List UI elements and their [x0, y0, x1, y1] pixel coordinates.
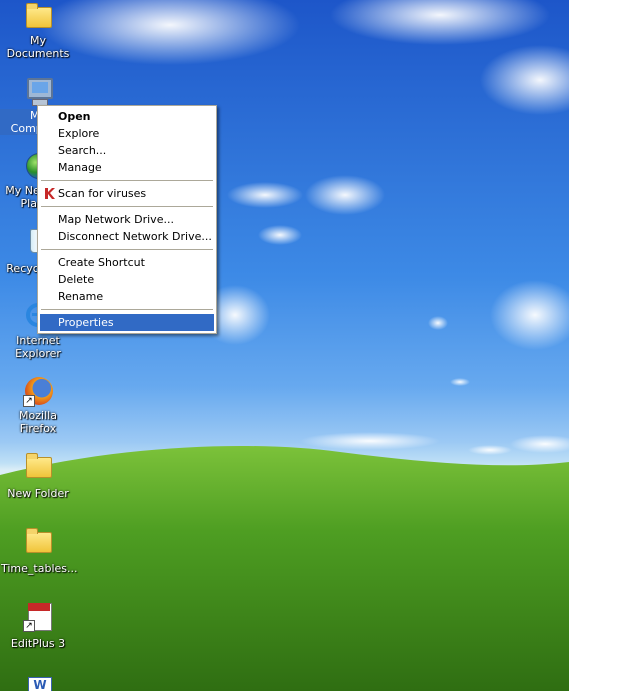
desktop-icon-new-folder[interactable]: New Folder: [0, 450, 76, 501]
desktop-icon-label: Time_tables...: [1, 562, 78, 575]
desktop-icon-label: My Documents: [6, 34, 70, 60]
menu-separator: [41, 309, 213, 310]
desktop-icon-word-document[interactable]: W: [0, 674, 76, 691]
shortcut-arrow-icon: ↗: [23, 620, 35, 632]
desktop-icon-label: Mozilla Firefox: [19, 409, 57, 435]
menu-item-properties[interactable]: Properties: [40, 314, 214, 331]
desktop-icon-mozilla-firefox[interactable]: ↗ Mozilla Firefox: [0, 375, 76, 436]
menu-item-label: Scan for viruses: [58, 187, 147, 200]
desktop-icon-label: New Folder: [7, 487, 69, 500]
my-computer-icon: [22, 75, 54, 107]
kaspersky-icon: [45, 188, 55, 199]
firefox-icon: ↗: [22, 375, 54, 407]
editplus-icon: ↗: [22, 600, 54, 632]
menu-item-disconnect-network-drive[interactable]: Disconnect Network Drive...: [40, 228, 214, 245]
folder-icon: [22, 525, 54, 557]
menu-separator: [41, 180, 213, 181]
menu-separator: [41, 249, 213, 250]
menu-item-scan-for-viruses[interactable]: Scan for viruses: [40, 185, 214, 202]
menu-item-search[interactable]: Search...: [40, 142, 214, 159]
desktop-icon-label: Internet Explorer: [15, 334, 61, 360]
menu-item-manage[interactable]: Manage: [40, 159, 214, 176]
menu-item-rename[interactable]: Rename: [40, 288, 214, 305]
menu-item-map-network-drive[interactable]: Map Network Drive...: [40, 211, 214, 228]
folder-icon: [22, 450, 54, 482]
word-document-icon: W: [22, 674, 54, 691]
bliss-wallpaper: [0, 0, 569, 691]
shortcut-arrow-icon: ↗: [23, 395, 35, 407]
menu-item-explore[interactable]: Explore: [40, 125, 214, 142]
desktop[interactable]: My Documents My Computer My Network Plac…: [0, 0, 569, 691]
menu-item-create-shortcut[interactable]: Create Shortcut: [40, 254, 214, 271]
desktop-icon-my-documents[interactable]: My Documents: [0, 0, 76, 61]
desktop-icon-time-tables[interactable]: Time_tables...: [0, 525, 78, 576]
desktop-icon-label: EditPlus 3: [10, 637, 66, 650]
menu-separator: [41, 206, 213, 207]
folder-documents-icon: [22, 0, 54, 32]
menu-item-open[interactable]: Open: [40, 108, 214, 125]
menu-item-delete[interactable]: Delete: [40, 271, 214, 288]
context-menu: Open Explore Search... Manage Scan for v…: [37, 105, 217, 334]
desktop-icon-editplus[interactable]: ↗ EditPlus 3: [0, 600, 76, 651]
